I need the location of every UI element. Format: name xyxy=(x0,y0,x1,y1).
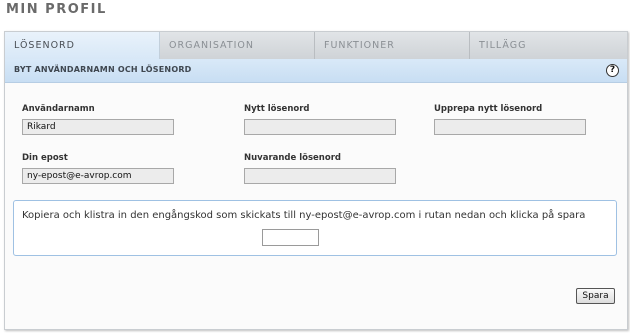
tab-bar: LÖSENORD ORGANISATION FUNKTIONER TILLÄGG xyxy=(5,32,627,59)
page-title: MIN PROFIL xyxy=(6,2,107,17)
code-confirmation-box: Kopiera och klistra in den engångskod so… xyxy=(13,200,617,256)
username-input[interactable] xyxy=(22,119,174,135)
repeat-password-label: Upprepa nytt lösenord xyxy=(434,104,543,114)
current-password-label: Nuvarande lösenord xyxy=(244,153,341,163)
tab-losenord[interactable]: LÖSENORD xyxy=(5,32,160,59)
current-password-input[interactable] xyxy=(244,168,396,184)
new-password-label: Nytt lösenord xyxy=(244,104,310,114)
email-label: Din epost xyxy=(22,153,68,163)
email-input[interactable] xyxy=(22,168,174,184)
code-instructions: Kopiera och klistra in den engångskod so… xyxy=(22,210,586,221)
section-header: BYT ANVÄNDARNAMN OCH LÖSENORD ? xyxy=(5,59,627,83)
section-title: BYT ANVÄNDARNAMN OCH LÖSENORD xyxy=(14,65,192,74)
tab-funktioner[interactable]: FUNKTIONER xyxy=(315,32,470,59)
save-button[interactable]: Spara xyxy=(576,288,615,304)
repeat-password-input[interactable] xyxy=(434,119,586,135)
new-password-input[interactable] xyxy=(244,119,396,135)
username-label: Användarnamn xyxy=(22,104,95,114)
tab-tillagg[interactable]: TILLÄGG xyxy=(470,32,627,59)
profile-panel: LÖSENORD ORGANISATION FUNKTIONER TILLÄGG… xyxy=(4,31,628,330)
help-icon[interactable]: ? xyxy=(606,64,619,77)
tab-organisation[interactable]: ORGANISATION xyxy=(160,32,315,59)
code-input[interactable] xyxy=(262,229,319,246)
